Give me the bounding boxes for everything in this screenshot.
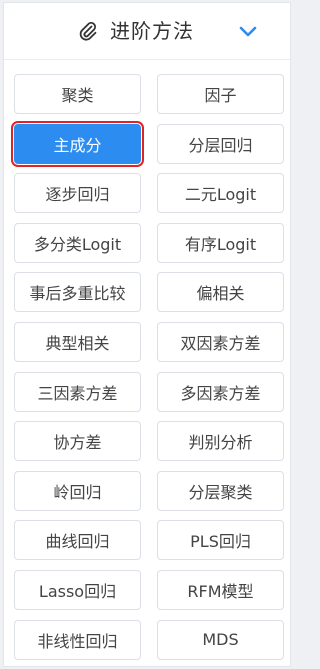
method-button-partial-correlation[interactable]: 偏相关	[157, 272, 284, 313]
method-button-lasso-regression[interactable]: Lasso回归	[14, 569, 141, 610]
paperclip-icon	[79, 22, 97, 41]
method-button-hierarchical-clustering[interactable]: 分层聚类	[157, 470, 284, 511]
method-button-discriminant[interactable]: 判别分析	[157, 421, 284, 462]
method-button-stepwise-regression[interactable]: 逐步回归	[14, 173, 141, 214]
method-button-factor[interactable]: 因子	[157, 74, 284, 114]
method-button-grid: 聚类 因子 主成分 分层回归 逐步回归 二元Logit 多分类Logit 有序Logit 事后多…	[11, 74, 286, 660]
method-button-pca[interactable]: 主成分	[11, 120, 144, 167]
panel-header[interactable]: 进阶方法	[4, 3, 290, 60]
method-button-nonlinear-regression[interactable]: 非线性回归	[14, 619, 141, 660]
chevron-down-icon[interactable]	[236, 22, 260, 40]
panel-title: 进阶方法	[110, 19, 194, 43]
method-button-pls-regression[interactable]: PLS回归	[157, 520, 284, 561]
method-button-hierarchical-regression[interactable]: 分层回归	[157, 123, 284, 164]
advanced-methods-panel: 进阶方法 聚类 因子 主成分 分层回归 逐步回归 二元Logit 多分类Logit 有序Log…	[3, 2, 291, 667]
method-button-three-way-anova[interactable]: 三因素方差	[14, 371, 141, 412]
method-button-two-way-anova[interactable]: 双因素方差	[157, 321, 284, 362]
method-button-multinomial-logit[interactable]: 多分类Logit	[14, 222, 141, 263]
method-button-rfm-model[interactable]: RFM模型	[157, 569, 284, 610]
method-button-ridge-regression[interactable]: 岭回归	[14, 470, 141, 511]
method-button-canonical-correlation[interactable]: 典型相关	[14, 321, 141, 362]
method-button-clustering[interactable]: 聚类	[14, 74, 141, 114]
method-button-multi-way-anova[interactable]: 多因素方差	[157, 371, 284, 412]
method-button-curve-regression[interactable]: 曲线回归	[14, 520, 141, 561]
method-button-ancova[interactable]: 协方差	[14, 421, 141, 462]
method-button-ordinal-logit[interactable]: 有序Logit	[157, 222, 284, 263]
method-button-binary-logit[interactable]: 二元Logit	[157, 173, 284, 214]
method-button-mds[interactable]: MDS	[157, 619, 284, 660]
method-button-post-hoc[interactable]: 事后多重比较	[14, 272, 141, 313]
